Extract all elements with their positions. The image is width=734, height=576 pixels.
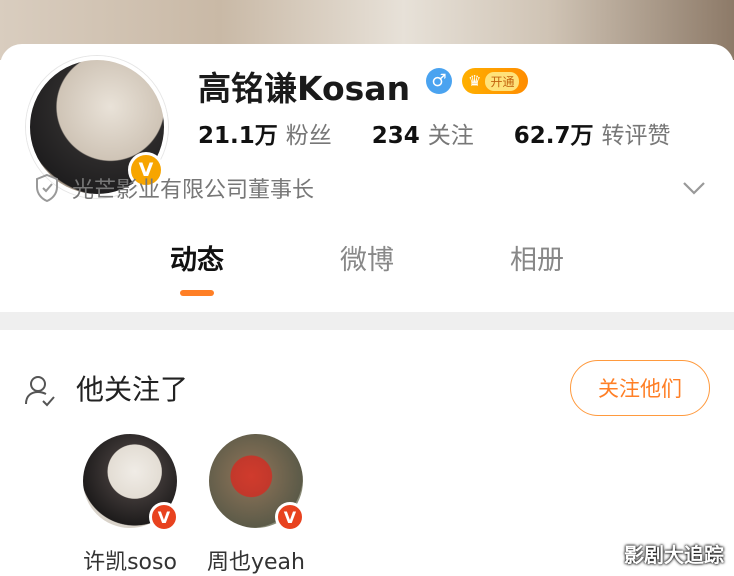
profile-tabs: 动态 微博 相册 [0, 238, 734, 296]
crown-icon: ♛ [468, 72, 482, 90]
following-user[interactable]: V 许凯soso [80, 434, 180, 576]
stat-following[interactable]: 234 关注 [372, 116, 474, 150]
vip-open-label: 开通 [485, 71, 520, 91]
tab-feed[interactable]: 动态 [112, 238, 282, 296]
stat-value: 234 [371, 123, 420, 149]
stat-value: 21.1万 [198, 123, 278, 149]
section-divider [0, 312, 734, 330]
user-follow-icon [25, 376, 55, 407]
shield-icon [36, 173, 58, 203]
male-gender-icon: ♂ [426, 68, 452, 94]
stat-fans[interactable]: 21.1万 粉丝 [198, 116, 332, 150]
watermark: 影剧大追踪 [624, 543, 724, 567]
following-user[interactable]: V 周也yeah [206, 434, 306, 576]
vip-crown-icon[interactable]: ♛ 开通 [462, 68, 528, 94]
avatar[interactable]: V [83, 434, 179, 532]
stat-value: 62.7万 [513, 123, 594, 149]
profile-stats: 21.1万 粉丝 234 关注 62.7万 转评赞 [198, 116, 671, 150]
verified-badge-icon: V [149, 502, 179, 532]
certification-text: 光芒影业有限公司董事长 [72, 178, 315, 203]
stat-label: 粉丝 [285, 123, 332, 149]
chevron-down-icon[interactable] [682, 178, 706, 198]
verified-badge-icon: V [275, 502, 305, 532]
follow-them-button[interactable]: 关注他们 [570, 360, 710, 416]
stat-reposts-likes[interactable]: 62.7万 转评赞 [514, 116, 671, 150]
stat-label: 转评赞 [601, 123, 671, 149]
following-header: 他关注了 关注他们 [0, 360, 734, 420]
following-user-name: 许凯soso [83, 550, 177, 575]
following-title: 他关注了 [76, 373, 189, 406]
profile-name: 高铭谦Kosan [198, 69, 411, 108]
tab-album[interactable]: 相册 [452, 238, 622, 277]
certification-row[interactable]: 光芒影业有限公司董事长 [34, 172, 314, 204]
following-user-name: 周也yeah [207, 550, 305, 575]
following-list: V 许凯soso V 周也yeah [80, 434, 306, 576]
tab-weibo[interactable]: 微博 [282, 238, 452, 277]
stat-label: 关注 [427, 123, 474, 149]
profile-card: V 高铭谦Kosan ♂ ♛ 开通 21.1万 粉丝 234 关注 62.7万 转评赞… [0, 44, 734, 576]
avatar[interactable]: V [209, 434, 305, 532]
